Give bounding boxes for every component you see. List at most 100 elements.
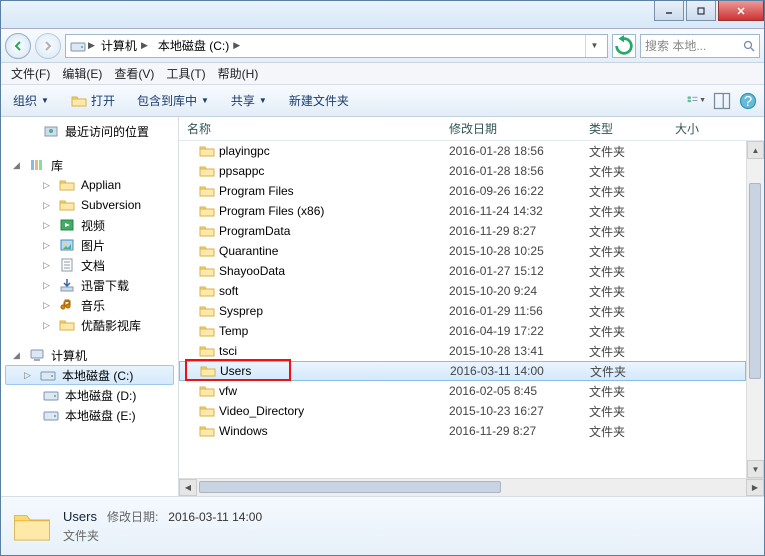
open-button[interactable]: 打开 xyxy=(65,89,121,112)
label: 最近访问的位置 xyxy=(65,123,149,140)
file-name: playingpc xyxy=(219,144,270,158)
scroll-right-icon[interactable]: ▶ xyxy=(746,479,764,496)
forward-button[interactable] xyxy=(35,33,61,59)
col-size[interactable]: 大小 xyxy=(667,120,764,137)
search-input[interactable]: 搜索 本地... xyxy=(640,34,760,58)
col-name[interactable]: 名称 xyxy=(179,120,441,137)
sidebar-item[interactable]: ▷Applian xyxy=(1,175,178,195)
file-name: Windows xyxy=(219,424,268,438)
file-date: 2016-11-24 14:32 xyxy=(441,204,581,218)
help-button[interactable]: ? xyxy=(738,91,758,111)
file-date: 2016-01-27 15:12 xyxy=(441,264,581,278)
scroll-down-icon[interactable]: ▼ xyxy=(747,460,764,478)
sidebar-drive[interactable]: ▷本地磁盘 (C:) xyxy=(5,365,174,385)
label: 新建文件夹 xyxy=(289,92,349,109)
label: Applian xyxy=(81,178,121,192)
address-bar[interactable]: ▶ 计算机▶ 本地磁盘 (C:)▶ ▼ xyxy=(65,34,608,58)
maximize-button[interactable] xyxy=(686,1,716,21)
expand-icon: ▷ xyxy=(43,200,53,211)
file-row[interactable]: soft2015-10-20 9:24文件夹 xyxy=(179,281,746,301)
sidebar-item[interactable]: ▷图片 xyxy=(1,235,178,255)
share-button[interactable]: 共享▼ xyxy=(225,89,273,112)
file-row[interactable]: tsci2015-10-28 13:41文件夹 xyxy=(179,341,746,361)
file-row[interactable]: ProgramData2016-11-29 8:27文件夹 xyxy=(179,221,746,241)
file-row[interactable]: Program Files (x86)2016-11-24 14:32文件夹 xyxy=(179,201,746,221)
file-name: tsci xyxy=(219,344,237,358)
file-row[interactable]: vfw2016-02-05 8:45文件夹 xyxy=(179,381,746,401)
menu-help[interactable]: 帮助(H) xyxy=(218,65,259,82)
menu-view[interactable]: 查看(V) xyxy=(114,65,154,82)
file-name: Temp xyxy=(219,324,248,338)
scroll-up-icon[interactable]: ▲ xyxy=(747,141,764,159)
menu-bar: 文件(F) 编辑(E) 查看(V) 工具(T) 帮助(H) xyxy=(1,63,764,85)
navigation-bar: ▶ 计算机▶ 本地磁盘 (C:)▶ ▼ 搜索 本地... xyxy=(1,29,764,63)
sidebar-computer[interactable]: ◢ 计算机 xyxy=(1,345,178,365)
file-type: 文件夹 xyxy=(581,383,667,400)
sidebar-item[interactable]: ▷视频 xyxy=(1,215,178,235)
horizontal-scrollbar[interactable]: ◀ ▶ xyxy=(179,478,764,496)
new-folder-button[interactable]: 新建文件夹 xyxy=(283,89,355,112)
menu-tools[interactable]: 工具(T) xyxy=(166,65,205,82)
file-type: 文件夹 xyxy=(581,403,667,420)
col-date[interactable]: 修改日期 xyxy=(441,120,581,137)
breadcrumb-computer[interactable]: 计算机▶ xyxy=(97,37,154,54)
label: 本地磁盘 (C:) xyxy=(62,367,133,384)
sidebar-drive[interactable]: 本地磁盘 (E:) xyxy=(1,405,178,425)
scroll-thumb[interactable] xyxy=(199,481,501,493)
sidebar-item[interactable]: ▷ Subversion xyxy=(1,195,178,215)
chevron-right-icon: ▶ xyxy=(139,40,150,51)
minimize-button[interactable] xyxy=(654,1,684,21)
file-type: 文件夹 xyxy=(581,183,667,200)
explorer-window: ▶ 计算机▶ 本地磁盘 (C:)▶ ▼ 搜索 本地... 文件(F) 编辑(E)… xyxy=(0,0,765,556)
file-row[interactable]: Quarantine2015-10-28 10:25文件夹 xyxy=(179,241,746,261)
column-headers: 名称 修改日期 类型 大小 xyxy=(179,117,764,141)
folder-icon xyxy=(71,93,87,109)
file-row[interactable]: Program Files2016-09-26 16:22文件夹 xyxy=(179,181,746,201)
details-pane: Users 修改日期: 2016-03-11 14:00 文件夹 xyxy=(1,497,764,555)
view-mode-button[interactable]: ▼ xyxy=(686,91,706,111)
sidebar-recent-places[interactable]: 最近访问的位置 xyxy=(1,121,178,141)
sidebar-libraries[interactable]: ◢ 库 xyxy=(1,155,178,175)
file-row[interactable]: ShayooData2016-01-27 15:12文件夹 xyxy=(179,261,746,281)
label: Subversion xyxy=(81,198,141,212)
sidebar-drive[interactable]: 本地磁盘 (D:) xyxy=(1,385,178,405)
file-date: 2016-11-29 8:27 xyxy=(441,224,581,238)
label: 打开 xyxy=(91,92,115,109)
address-dropdown[interactable]: ▼ xyxy=(585,35,603,57)
file-row[interactable]: playingpc2016-01-28 18:56文件夹 xyxy=(179,141,746,161)
close-button[interactable] xyxy=(718,1,764,21)
drive-icon xyxy=(70,38,86,54)
organize-button[interactable]: 组织▼ xyxy=(7,89,55,112)
sidebar-item[interactable]: ▷文档 xyxy=(1,255,178,275)
col-type[interactable]: 类型 xyxy=(581,120,667,137)
file-type: 文件夹 xyxy=(581,303,667,320)
include-button[interactable]: 包含到库中▼ xyxy=(131,89,215,112)
vertical-scrollbar[interactable]: ▲ ▼ xyxy=(746,141,764,478)
sidebar-item[interactable]: ▷音乐 xyxy=(1,295,178,315)
file-row[interactable]: Video_Directory2015-10-23 16:27文件夹 xyxy=(179,401,746,421)
breadcrumb-drive[interactable]: 本地磁盘 (C:)▶ xyxy=(154,37,246,54)
refresh-button[interactable] xyxy=(612,34,636,58)
file-row[interactable]: Windows2016-11-29 8:27文件夹 xyxy=(179,421,746,441)
file-row[interactable]: Sysprep2016-01-29 11:56文件夹 xyxy=(179,301,746,321)
sidebar-item[interactable]: ▷优酷影视库 xyxy=(1,315,178,335)
preview-pane-button[interactable] xyxy=(712,91,732,111)
back-button[interactable] xyxy=(5,33,31,59)
menu-edit[interactable]: 编辑(E) xyxy=(62,65,102,82)
scroll-left-icon[interactable]: ◀ xyxy=(179,479,197,496)
file-name: Quarantine xyxy=(219,244,278,258)
details-meta: Users 修改日期: 2016-03-11 14:00 文件夹 xyxy=(63,508,262,544)
file-type: 文件夹 xyxy=(581,323,667,340)
file-list[interactable]: playingpc2016-01-28 18:56文件夹ppsappc2016-… xyxy=(179,141,746,478)
file-date: 2016-01-29 11:56 xyxy=(441,304,581,318)
file-row[interactable]: Users2016-03-11 14:00文件夹 xyxy=(179,361,746,381)
label: 包含到库中 xyxy=(137,92,197,109)
scroll-thumb[interactable] xyxy=(749,183,761,379)
breadcrumb-label: 计算机 xyxy=(101,37,137,54)
file-row[interactable]: ppsappc2016-01-28 18:56文件夹 xyxy=(179,161,746,181)
file-row[interactable]: Temp2016-04-19 17:22文件夹 xyxy=(179,321,746,341)
menu-file[interactable]: 文件(F) xyxy=(11,65,50,82)
sidebar-item[interactable]: ▷迅雷下载 xyxy=(1,275,178,295)
file-date: 2016-02-05 8:45 xyxy=(441,384,581,398)
file-date: 2015-10-28 10:25 xyxy=(441,244,581,258)
